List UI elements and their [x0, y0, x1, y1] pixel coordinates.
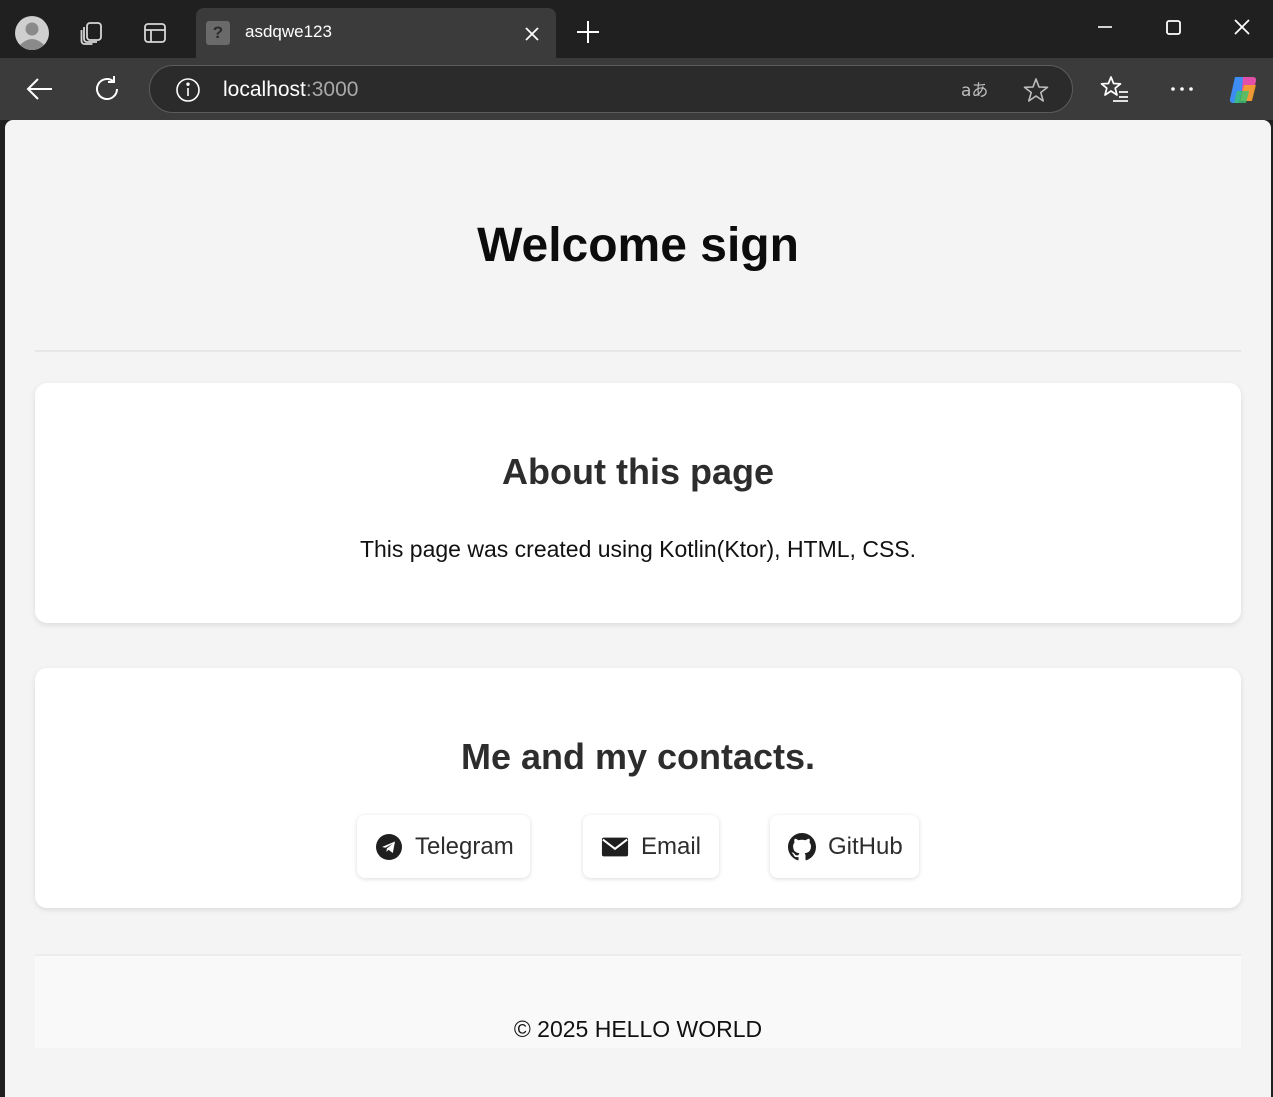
tab-actions-icon[interactable]: [136, 14, 174, 52]
minimize-icon[interactable]: [1090, 14, 1120, 44]
telegram-label: Telegram: [415, 832, 514, 860]
more-options-icon[interactable]: [1166, 73, 1198, 105]
translate-icon[interactable]: aあ: [960, 76, 988, 104]
back-arrow-icon[interactable]: [24, 73, 56, 105]
tab-title: asdqwe123: [245, 22, 332, 41]
header-divider: [35, 350, 1241, 352]
browser-tab[interactable]: ? asdqwe123: [196, 8, 556, 58]
new-tab-icon[interactable]: [574, 18, 602, 46]
about-text: This page was created using Kotlin(Ktor)…: [359, 536, 917, 562]
email-button[interactable]: Email: [583, 815, 719, 878]
page-footer: © 2025 HELLO WORLD: [35, 954, 1241, 1048]
email-label: Email: [641, 832, 702, 860]
favicon-placeholder-icon: ?: [206, 21, 230, 45]
telegram-icon: [375, 833, 403, 861]
copilot-icon[interactable]: [1227, 73, 1259, 105]
telegram-button[interactable]: Telegram: [357, 815, 530, 878]
page-viewport: Welcome sign About this page This page w…: [5, 120, 1271, 1097]
browser-toolbar: localhost:3000 aあ: [0, 58, 1273, 120]
maximize-icon[interactable]: [1159, 14, 1189, 44]
workspaces-icon[interactable]: [73, 14, 111, 52]
close-tab-icon[interactable]: [522, 24, 542, 44]
about-heading: About this page: [502, 451, 774, 492]
close-window-icon[interactable]: [1228, 14, 1258, 44]
favorite-star-icon[interactable]: [1022, 76, 1050, 104]
browser-titlebar: ? asdqwe123: [0, 0, 1273, 58]
address-bar[interactable]: localhost:3000 aあ: [149, 65, 1073, 113]
profile-avatar-icon[interactable]: [13, 14, 51, 52]
contacts-heading: Me and my contacts.: [460, 736, 816, 777]
contacts-card: Me and my contacts. Telegram Email GitHu…: [35, 668, 1241, 908]
email-icon: [601, 833, 629, 861]
refresh-icon[interactable]: [91, 73, 123, 105]
footer-copyright: © 2025 HELLO WORLD: [513, 1016, 763, 1042]
svg-text:aあ: aあ: [961, 81, 988, 101]
url-port: :3000: [305, 78, 359, 101]
page-title: Welcome sign: [477, 219, 799, 272]
about-card: About this page This page was created us…: [35, 383, 1241, 623]
site-info-icon[interactable]: [174, 76, 202, 104]
url-host: localhost: [223, 78, 306, 101]
github-button[interactable]: GitHub: [770, 815, 919, 878]
github-icon: [788, 832, 816, 861]
favorites-list-icon[interactable]: [1099, 73, 1131, 105]
url-text[interactable]: localhost:3000: [223, 78, 358, 102]
github-label: GitHub: [828, 832, 903, 860]
